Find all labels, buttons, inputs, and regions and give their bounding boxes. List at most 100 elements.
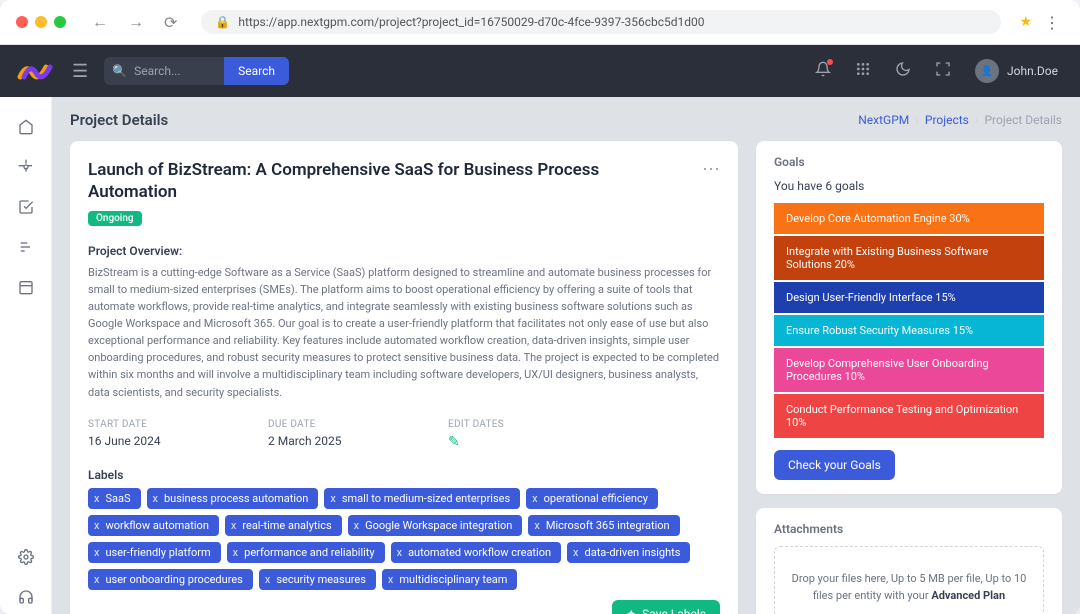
project-title: Launch of BizStream: A Comprehensive Saa… <box>88 159 702 203</box>
browser-chrome: ← → ⟳ 🔒 https://app.nextgpm.com/project?… <box>0 0 1080 45</box>
label-chip: x multidisciplinary team <box>382 569 518 590</box>
label-text: business process automation <box>164 492 308 505</box>
label-chip: x operational efficiency <box>526 488 658 509</box>
sidebar-gear-icon[interactable] <box>8 539 44 575</box>
attachments-heading: Attachments <box>774 522 1044 536</box>
label-chip: x data-driven insights <box>567 542 690 563</box>
start-date-label: START DATE <box>88 419 208 430</box>
edit-dates-icon[interactable]: ✎ <box>448 434 568 450</box>
remove-label-icon[interactable]: x <box>233 546 238 559</box>
goals-card: Goals You have 6 goals Develop Core Auto… <box>756 141 1062 494</box>
goals-heading: Goals <box>774 155 1044 169</box>
fullscreen-icon[interactable] <box>929 55 957 87</box>
breadcrumb-root[interactable]: NextGPM <box>858 113 909 127</box>
label-chip: x performance and reliability <box>227 542 385 563</box>
label-text: multidisciplinary team <box>399 573 507 586</box>
window-close-icon[interactable] <box>16 16 28 28</box>
remove-label-icon[interactable]: x <box>265 573 270 586</box>
search-icon: 🔍 <box>112 64 127 78</box>
browser-reload-icon[interactable]: ⟳ <box>158 9 183 36</box>
remove-label-icon[interactable]: x <box>94 492 99 505</box>
overview-text: BizStream is a cutting-edge Software as … <box>88 264 720 400</box>
label-text: SaaS <box>105 492 130 505</box>
label-chip: x user-friendly platform <box>88 542 221 563</box>
goals-count: You have 6 goals <box>774 179 1044 193</box>
label-text: small to medium-sized enterprises <box>342 492 510 505</box>
sidebar <box>0 97 52 614</box>
sidebar-toggle-icon[interactable]: ☰ <box>68 57 92 86</box>
label-text: operational efficiency <box>544 492 648 505</box>
save-labels-button[interactable]: ✦ Save Labels <box>612 600 720 614</box>
sparkle-icon: ✦ <box>626 607 636 614</box>
remove-label-icon[interactable]: x <box>397 546 402 559</box>
due-date-value: 2 March 2025 <box>268 434 388 448</box>
goal-item[interactable]: Design User-Friendly Interface 15% <box>774 282 1044 313</box>
breadcrumb-current: Project Details <box>984 113 1062 127</box>
browser-back-icon[interactable]: ← <box>86 8 114 36</box>
browser-menu-icon[interactable]: ⋮ <box>1040 9 1064 36</box>
notifications-icon[interactable] <box>809 55 837 87</box>
user-menu[interactable]: 👤 John.Doe <box>969 55 1064 87</box>
window-maximize-icon[interactable] <box>54 16 66 28</box>
due-date-label: DUE DATE <box>268 419 388 430</box>
label-chip: x business process automation <box>147 488 319 509</box>
url-text: https://app.nextgpm.com/project?project_… <box>238 15 704 29</box>
sidebar-settings-icon[interactable] <box>8 149 44 185</box>
remove-label-icon[interactable]: x <box>153 492 158 505</box>
sidebar-calendar-icon[interactable] <box>8 269 44 305</box>
label-text: data-driven insights <box>585 546 681 559</box>
goal-item[interactable]: Integrate with Existing Business Softwar… <box>774 236 1044 280</box>
breadcrumb-projects[interactable]: Projects <box>925 113 969 127</box>
remove-label-icon[interactable]: x <box>94 573 99 586</box>
label-chip: x small to medium-sized enterprises <box>324 488 520 509</box>
sidebar-reports-icon[interactable] <box>8 229 44 265</box>
label-chip: xautomated workflow creation <box>391 542 561 563</box>
remove-label-icon[interactable]: x <box>94 546 99 559</box>
more-icon[interactable]: ⋯ <box>702 159 720 180</box>
edit-dates-label: EDIT DATES <box>448 419 568 430</box>
status-badge: Ongoing <box>88 211 142 226</box>
browser-forward-icon[interactable]: → <box>122 8 150 36</box>
goal-item[interactable]: Ensure Robust Security Measures 15% <box>774 315 1044 346</box>
dark-mode-icon[interactable] <box>889 55 917 87</box>
labels-list: x SaaS x business process automation x small … <box>88 488 720 590</box>
bookmark-star-icon[interactable]: ★ <box>1019 14 1032 30</box>
remove-label-icon[interactable]: x <box>330 492 335 505</box>
label-text: workflow automation <box>105 519 208 532</box>
goal-item[interactable]: Conduct Performance Testing and Optimiza… <box>774 394 1044 438</box>
url-bar[interactable]: 🔒 https://app.nextgpm.com/project?projec… <box>201 10 1001 34</box>
remove-label-icon[interactable]: x <box>532 492 537 505</box>
overview-label: Project Overview: <box>88 244 720 258</box>
remove-label-icon[interactable]: x <box>388 573 393 586</box>
chevron-right-icon: › <box>915 113 919 127</box>
label-chip: xreal-time analytics <box>225 515 342 536</box>
app-logo[interactable] <box>16 55 56 87</box>
remove-label-icon[interactable]: x <box>354 519 359 532</box>
app-topbar: ☰ 🔍 Search 👤 John.Doe <box>0 45 1080 97</box>
sidebar-support-icon[interactable] <box>8 579 44 614</box>
goal-item[interactable]: Develop Comprehensive User Onboarding Pr… <box>774 348 1044 392</box>
notification-dot <box>827 59 833 65</box>
breadcrumb: NextGPM › Projects › Project Details <box>858 113 1062 127</box>
window-minimize-icon[interactable] <box>35 16 47 28</box>
file-dropzone[interactable]: Drop your files here, Up to 5 MB per fil… <box>774 546 1044 614</box>
lock-icon: 🔒 <box>215 15 230 29</box>
start-date-value: 16 June 2024 <box>88 434 208 448</box>
remove-label-icon[interactable]: x <box>534 519 539 532</box>
sidebar-tasks-icon[interactable] <box>8 189 44 225</box>
goal-item[interactable]: Develop Core Automation Engine 30% <box>774 203 1044 234</box>
remove-label-icon[interactable]: x <box>231 519 236 532</box>
check-goals-button[interactable]: Check your Goals <box>774 450 895 480</box>
global-search: 🔍 Search <box>104 57 289 85</box>
user-name: John.Doe <box>1007 64 1058 78</box>
label-text: Microsoft 365 integration <box>546 519 670 532</box>
label-text: user-friendly platform <box>105 546 210 559</box>
traffic-lights <box>16 16 66 28</box>
remove-label-icon[interactable]: x <box>94 519 99 532</box>
remove-label-icon[interactable]: x <box>573 546 578 559</box>
sidebar-home-icon[interactable] <box>8 109 44 145</box>
search-button[interactable]: Search <box>224 57 289 85</box>
label-text: performance and reliability <box>244 546 374 559</box>
apps-grid-icon[interactable] <box>849 55 877 87</box>
label-chip: x Microsoft 365 integration <box>528 515 679 536</box>
